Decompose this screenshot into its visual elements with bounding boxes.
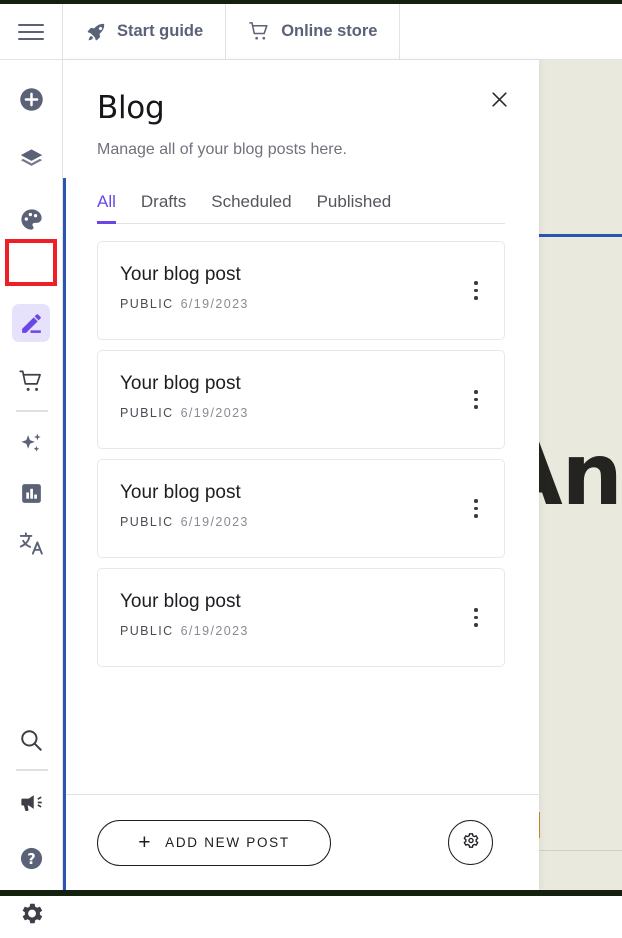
sidebar-item-pages[interactable] — [0, 134, 62, 184]
pencil-edit-icon — [19, 311, 44, 336]
sidebar-item-design[interactable] — [0, 194, 62, 244]
sidebar-divider-1 — [16, 410, 48, 412]
post-date: 6/19/2023 — [181, 406, 249, 420]
list-item[interactable]: Your blog post PUBLIC 6/19/2023 — [97, 459, 505, 558]
tab-published[interactable]: Published — [317, 192, 392, 224]
post-meta: PUBLIC 6/19/2023 — [120, 624, 480, 638]
post-meta: PUBLIC 6/19/2023 — [120, 297, 480, 311]
browser-chrome-top — [0, 0, 622, 4]
post-title: Your blog post — [120, 482, 480, 504]
gear-icon — [18, 900, 45, 927]
kebab-menu-icon[interactable] — [464, 603, 488, 633]
sidebar-item-analytics[interactable] — [0, 468, 62, 518]
layers-icon — [18, 146, 45, 173]
close-panel-button[interactable] — [483, 86, 515, 118]
kebab-menu-icon[interactable] — [464, 276, 488, 306]
list-item[interactable]: Your blog post PUBLIC 6/19/2023 — [97, 350, 505, 449]
list-item[interactable]: Your blog post PUBLIC 6/19/2023 — [97, 568, 505, 667]
add-new-post-label: ADD NEW POST — [165, 835, 290, 850]
svg-text:?: ? — [27, 851, 35, 868]
post-title: Your blog post — [120, 264, 480, 286]
panel-blue-edge-marker — [63, 178, 66, 890]
list-item[interactable]: Your blog post PUBLIC 6/19/2023 — [97, 241, 505, 340]
sidebar-item-apps[interactable] — [0, 418, 62, 468]
sidebar-item-search[interactable] — [0, 715, 62, 765]
sidebar-divider-2 — [16, 769, 48, 771]
sidebar-item-help[interactable]: ? — [0, 833, 62, 883]
hamburger-menu-button[interactable] — [0, 4, 63, 59]
add-new-post-button[interactable]: + ADD NEW POST — [97, 820, 331, 866]
question-circle-icon: ? — [18, 845, 45, 872]
topbar-label-start-guide: Start guide — [117, 22, 203, 41]
tab-scheduled[interactable]: Scheduled — [211, 192, 291, 224]
status-badge: PUBLIC — [120, 624, 174, 638]
sidebar-item-blog[interactable] — [0, 298, 62, 348]
left-icon-rail: ? — [0, 60, 63, 890]
blog-settings-button[interactable] — [448, 820, 493, 865]
panel-header: Blog Manage all of your blog posts here. — [63, 60, 539, 159]
megaphone-icon — [18, 789, 45, 816]
blog-panel: Blog Manage all of your blog posts here.… — [63, 60, 539, 890]
topbar-label-online-store: Online store — [281, 22, 377, 41]
blog-post-list: Your blog post PUBLIC 6/19/2023 Your blog… — [63, 224, 539, 794]
kebab-menu-icon[interactable] — [464, 494, 488, 524]
post-date: 6/19/2023 — [181, 515, 249, 529]
status-badge: PUBLIC — [120, 515, 174, 529]
kebab-menu-icon[interactable] — [464, 385, 488, 415]
hamburger-icon — [18, 19, 44, 45]
bar-chart-icon — [19, 481, 44, 506]
sidebar-item-add[interactable] — [0, 74, 62, 124]
plus-circle-icon — [18, 86, 45, 113]
browser-chrome-bottom — [0, 890, 622, 896]
plus-icon: + — [138, 832, 152, 853]
post-title: Your blog post — [120, 591, 480, 613]
status-badge: PUBLIC — [120, 297, 174, 311]
close-icon — [490, 90, 509, 114]
shopping-cart-icon — [248, 20, 271, 43]
translate-icon — [18, 530, 45, 557]
rocket-icon — [85, 21, 107, 43]
topbar-item-start-guide[interactable]: Start guide — [63, 4, 226, 59]
sidebar-item-store[interactable] — [0, 356, 62, 406]
status-badge: PUBLIC — [120, 406, 174, 420]
tab-drafts[interactable]: Drafts — [141, 192, 186, 224]
post-meta: PUBLIC 6/19/2023 — [120, 515, 480, 529]
tab-all[interactable]: All — [97, 192, 116, 224]
sidebar-item-translate[interactable] — [0, 518, 62, 568]
sidebar-item-announcements[interactable] — [0, 777, 62, 827]
post-date: 6/19/2023 — [181, 624, 249, 638]
page-title: Blog — [97, 90, 505, 126]
palette-icon — [18, 206, 45, 233]
post-meta: PUBLIC 6/19/2023 — [120, 406, 480, 420]
topbar-item-online-store[interactable]: Online store — [226, 4, 400, 59]
panel-subtitle: Manage all of your blog posts here. — [97, 141, 505, 159]
post-date: 6/19/2023 — [181, 297, 249, 311]
filter-tabs: All Drafts Scheduled Published — [97, 192, 505, 224]
sparkles-icon — [18, 430, 45, 457]
search-icon — [18, 727, 44, 753]
top-bar: Start guide Online store — [0, 4, 622, 60]
panel-footer: + ADD NEW POST — [63, 794, 539, 890]
gear-icon — [461, 831, 480, 855]
shopping-cart-icon — [18, 368, 45, 395]
post-title: Your blog post — [120, 373, 480, 395]
